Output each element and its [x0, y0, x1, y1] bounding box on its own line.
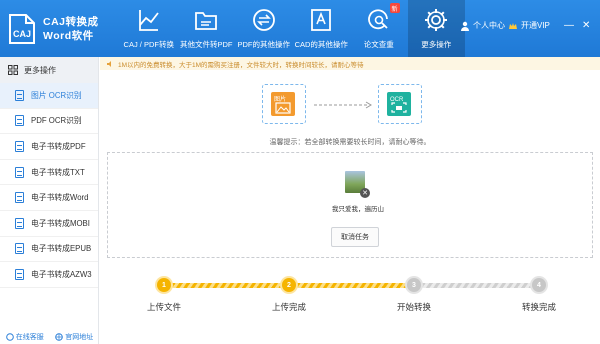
flow-arrow	[314, 101, 372, 109]
step-3-label: 开始转换	[396, 302, 431, 312]
close-button[interactable]: ✕	[582, 20, 590, 31]
minimize-button[interactable]: —	[564, 20, 574, 31]
sidebar-item-ebook-pdf[interactable]: 电子书转成PDF	[0, 134, 98, 160]
file-drop-area[interactable]: ✕ 我只爱我，遍历山 取消任务	[107, 152, 593, 258]
speaker-icon	[107, 60, 111, 67]
sidebar-item-label: 电子书转成TXT	[31, 167, 85, 177]
sidebar-title: 更多操作	[24, 65, 56, 75]
sidebar-item-image-ocr[interactable]: 图片 OCR识别	[0, 83, 98, 109]
sidebar-item-label: PDF OCR识别	[31, 116, 82, 126]
new-badge: 新	[389, 3, 400, 13]
globe-icon	[55, 333, 64, 341]
search-c-icon	[367, 9, 388, 30]
tip-text: 温馨提示：若全部转换需要较长时间，请耐心等待。	[269, 139, 431, 146]
sidebar-item-ebook-mobi[interactable]: 电子书转成MOBI	[0, 211, 98, 237]
app-title-line1: CAJ转换成	[43, 16, 99, 28]
swap-icon	[252, 9, 275, 31]
vip-label: 开通VIP	[521, 21, 550, 30]
official-site-label: 官网地址	[65, 334, 94, 341]
user-icon	[461, 21, 469, 31]
sidebar-item-pdf-ocr[interactable]: PDF OCR识别	[0, 109, 98, 135]
document-icon	[15, 192, 24, 204]
top-nav: CAJ / PDF转换 其他文件转PDF PDF的其他操作 CAD的其他操作 新…	[120, 0, 465, 57]
sidebar-item-label: 电子书转成PDF	[31, 141, 86, 151]
sidebar-item-ebook-txt[interactable]: 电子书转成TXT	[0, 160, 98, 186]
sidebar-item-ebook-word[interactable]: 电子书转成Word	[0, 185, 98, 211]
title-bar: CAJ CAJ转换成 Word软件 CAJ / PDF转换 其他文件转PDF P…	[0, 0, 600, 57]
crown-icon	[509, 22, 517, 29]
nav-label: CAD的其他操作	[294, 40, 348, 49]
nav-label: CAJ / PDF转换	[123, 40, 174, 49]
sidebar: 更多操作 图片 OCR识别 PDF OCR识别 电子书转成PDF 电子书转成TX…	[0, 57, 99, 344]
open-vip-link[interactable]: 开通VIP	[508, 20, 550, 31]
remove-file-button[interactable]: ✕	[360, 188, 370, 198]
document-icon	[15, 268, 24, 280]
step-3-dot: 3	[407, 278, 421, 292]
nav-label: 更多操作	[421, 40, 452, 49]
nav-plagiarism-check[interactable]: 新 论文查重	[350, 0, 408, 57]
sidebar-item-label: 电子书转成MOBI	[31, 218, 90, 228]
nav-more-ops[interactable]: 更多操作	[407, 0, 465, 57]
sidebar-header: 更多操作	[0, 57, 98, 83]
svg-text:CAJ: CAJ	[13, 29, 31, 39]
online-service-link[interactable]: 在线客服	[5, 332, 44, 342]
app-title-line2: Word软件	[43, 30, 94, 42]
cancel-task-button[interactable]: 取消任务	[331, 227, 379, 247]
ocr-icon: OCR	[387, 92, 411, 116]
sidebar-item-label: 图片 OCR识别	[31, 90, 82, 100]
gear-icon	[425, 9, 448, 31]
progress-steps: 1 2 3 4 上传文件 上传完成 开始转换 转换完成	[100, 268, 600, 328]
logo-icon: CAJ	[7, 13, 37, 45]
flow-to-label: OCR	[390, 97, 404, 103]
sidebar-item-label: 电子书转成AZW3	[31, 269, 92, 279]
nav-label: 论文查重	[363, 40, 394, 49]
nav-label: PDF的其他操作	[237, 40, 291, 49]
step-4-dot: 4	[532, 278, 546, 292]
cad-icon	[311, 9, 332, 31]
notice-text: 1M以内的免费转换，大于1M的需购买注册，文件较大时，转换时间较长，请耐心等待	[118, 61, 364, 69]
document-icon	[15, 115, 24, 127]
sidebar-item-ebook-epub[interactable]: 电子书转成EPUB	[0, 237, 98, 263]
nav-cad-ops[interactable]: CAD的其他操作	[293, 0, 351, 57]
convert-icon	[138, 10, 159, 31]
online-service-label: 在线客服	[15, 334, 44, 341]
app-logo: CAJ CAJ转换成 Word软件	[7, 9, 111, 49]
nav-pdf-ops[interactable]: PDF的其他操作	[235, 0, 293, 57]
flow-source: 图片	[262, 84, 306, 124]
flow-target: OCR	[378, 84, 422, 124]
document-icon	[15, 166, 24, 178]
sidebar-item-label: 电子书转成EPUB	[31, 244, 92, 254]
step-1-dot: 1	[157, 278, 171, 292]
progress-bar-segment	[296, 283, 407, 288]
folder-icon	[195, 12, 218, 30]
sidebar-item-label: 电子书转成Word	[31, 193, 89, 203]
official-site-link[interactable]: 官网地址	[55, 332, 93, 342]
chat-icon	[5, 333, 14, 341]
file-name: 我只爱我，遍历山	[332, 206, 384, 213]
grid-icon	[8, 65, 18, 75]
document-icon	[15, 217, 24, 229]
step-4-label: 转换完成	[521, 302, 556, 312]
step-1-label: 上传文件	[146, 302, 181, 312]
image-file-icon: 图片	[271, 92, 295, 116]
nav-other-to-pdf[interactable]: 其他文件转PDF	[178, 0, 236, 57]
sidebar-item-ebook-azw3[interactable]: 电子书转成AZW3	[0, 262, 98, 288]
document-icon	[15, 89, 24, 101]
notice-bar: 1M以内的免费转换，大于1M的需购买注册，文件较大时，转换时间较长，请耐心等待	[100, 57, 600, 70]
step-2-label: 上传完成	[271, 302, 306, 312]
user-center-link[interactable]: 个人中心	[460, 20, 505, 31]
document-icon	[15, 140, 24, 152]
step-2-dot: 2	[282, 278, 296, 292]
conversion-flow: 图片 OCR	[262, 84, 422, 124]
nav-label: 其他文件转PDF	[180, 40, 233, 49]
progress-bar-segment	[171, 283, 282, 288]
progress-bar-segment	[421, 283, 532, 288]
document-icon	[15, 243, 24, 255]
user-center-label: 个人中心	[473, 21, 505, 30]
flow-from-label: 图片	[274, 95, 286, 103]
nav-caj-pdf[interactable]: CAJ / PDF转换	[120, 0, 178, 57]
